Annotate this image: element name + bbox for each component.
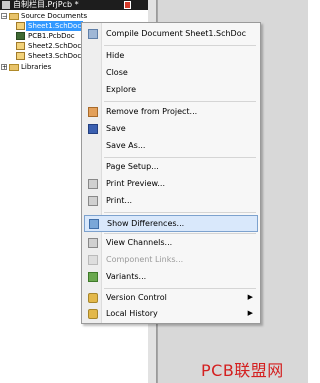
menu-item-label: Print... (106, 196, 133, 205)
tree-item-label: Sheet1.SchDoc (26, 21, 84, 31)
tree-item-source-documents[interactable]: − Source Documents (0, 11, 148, 21)
component-links-icon (88, 255, 98, 265)
menu-item-local-history[interactable]: Local History ▶ (84, 306, 258, 323)
view-channels-icon (88, 238, 98, 248)
menu-item-label: Show Differences... (107, 219, 185, 228)
menu-item-label: Explore (106, 85, 137, 94)
menu-separator (104, 101, 256, 102)
schematic-document-icon (16, 22, 25, 30)
menu-item-save[interactable]: Save (84, 121, 258, 138)
print-preview-icon (88, 179, 98, 189)
menu-separator (104, 212, 256, 213)
tree-item-label: Libraries (21, 63, 52, 71)
compile-icon (88, 29, 98, 39)
tree-item-label: Sheet3.SchDoc (28, 52, 82, 60)
expand-icon[interactable]: + (1, 64, 7, 71)
menu-item-view-channels[interactable]: View Channels... (84, 235, 258, 252)
menu-item-label: Version Control (106, 293, 167, 302)
folder-icon (9, 13, 19, 20)
remove-icon (88, 107, 98, 117)
menu-item-save-as[interactable]: Save As... (84, 138, 258, 155)
pcb-document-icon (16, 32, 25, 40)
menu-separator (104, 157, 256, 158)
menu-item-label: Remove from Project... (106, 107, 198, 116)
tree-item-label: PCB1.PcbDoc (28, 32, 75, 40)
menu-item-label: Print Preview... (106, 179, 165, 188)
menu-item-print[interactable]: Print... (84, 193, 258, 210)
watermark: PCB联盟网 (201, 361, 284, 380)
menu-item-label: Variants... (106, 272, 147, 281)
menu-item-label: Page Setup... (106, 162, 159, 171)
save-icon (88, 124, 98, 134)
variants-icon (88, 272, 98, 282)
menu-item-explore[interactable]: Explore (84, 82, 258, 99)
menu-item-variants[interactable]: Variants... (84, 269, 258, 286)
menu-item-compile-document[interactable]: Compile Document Sheet1.SchDoc (84, 26, 258, 43)
version-control-icon (88, 293, 98, 303)
menu-separator (104, 233, 256, 234)
menu-item-label: Compile Document Sheet1.SchDoc (106, 29, 247, 38)
print-icon (88, 196, 98, 206)
menu-item-component-links: Component Links... (84, 252, 258, 269)
menu-item-show-differences[interactable]: Show Differences... (84, 215, 258, 232)
local-history-icon (88, 309, 98, 319)
context-menu: Compile Document Sheet1.SchDoc Hide Clos… (81, 22, 261, 324)
tree-item-label: Sheet2.SchDoc (28, 42, 82, 50)
collapse-icon[interactable]: − (1, 13, 7, 20)
document-modified-icon (124, 1, 131, 9)
submenu-arrow-icon: ▶ (247, 293, 253, 301)
schematic-document-icon (16, 52, 25, 60)
project-row[interactable]: 自制栏目.PrjPcb * (0, 0, 148, 10)
menu-item-label: Hide (106, 51, 125, 60)
tree-item-label: Source Documents (21, 12, 88, 20)
show-differences-icon (89, 219, 99, 229)
menu-item-label: Component Links... (106, 255, 184, 264)
menu-item-version-control[interactable]: Version Control ▶ (84, 290, 258, 307)
menu-separator (104, 288, 256, 289)
project-title: 自制栏目.PrjPcb * (13, 0, 79, 9)
folder-icon (9, 64, 19, 71)
project-icon (2, 1, 10, 9)
menu-item-close[interactable]: Close (84, 65, 258, 82)
menu-item-remove-from-project[interactable]: Remove from Project... (84, 104, 258, 121)
menu-item-print-preview[interactable]: Print Preview... (84, 176, 258, 193)
menu-separator (104, 45, 256, 46)
menu-item-label: Close (106, 68, 128, 77)
menu-item-label: Local History (106, 309, 158, 318)
submenu-arrow-icon: ▶ (247, 309, 253, 317)
schematic-document-icon (16, 42, 25, 50)
menu-item-label: Save (106, 124, 126, 133)
menu-item-label: View Channels... (106, 238, 173, 247)
menu-item-hide[interactable]: Hide (84, 48, 258, 65)
menu-item-page-setup[interactable]: Page Setup... (84, 159, 258, 176)
menu-item-label: Save As... (106, 141, 146, 150)
